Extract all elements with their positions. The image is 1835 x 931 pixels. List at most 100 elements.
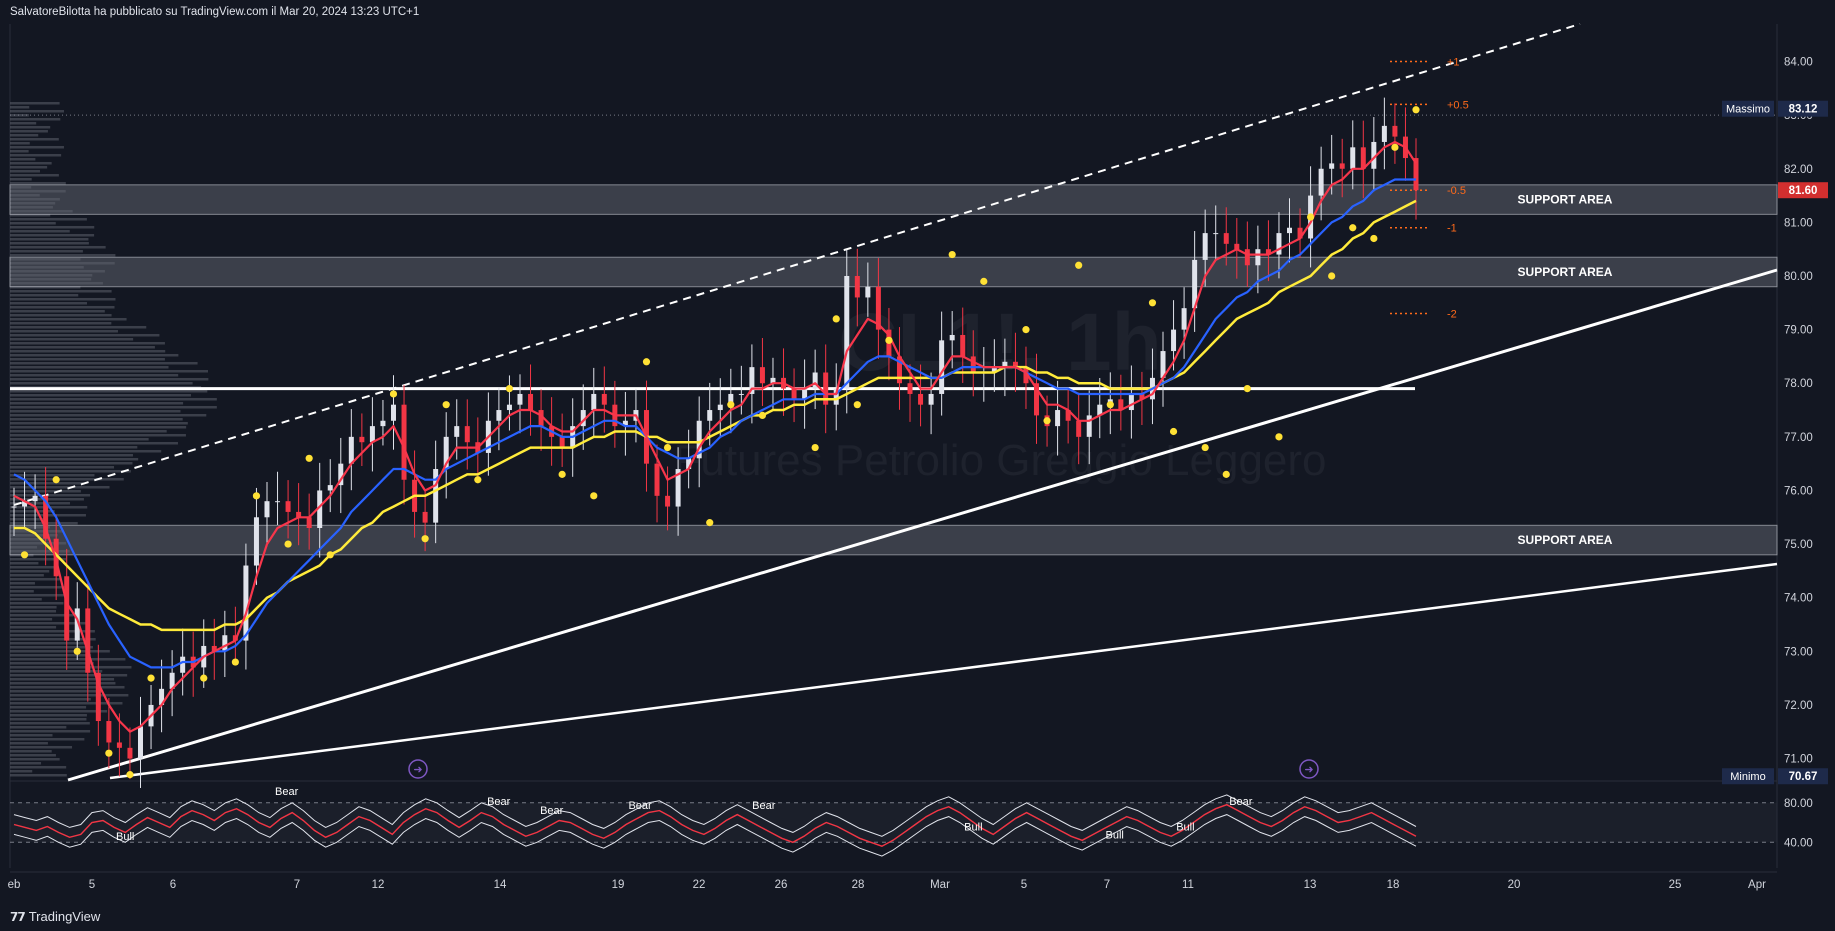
pivot-marker [642,358,651,366]
volume-profile-bar [10,418,183,421]
price-tick-label: 72.00 [1784,700,1813,712]
time-tick-label: 5 [89,879,95,891]
volume-profile-bar [10,718,87,721]
volume-profile-bar [10,106,30,109]
volume-profile-bar [10,218,87,221]
watermark-name: Futures Petrolio Greggio Leggero [673,436,1326,485]
price-tick-label: 75.00 [1784,539,1813,551]
candle-body [390,404,396,421]
candle-body [253,517,259,566]
candle-body [528,393,534,411]
price-tick-label: 78.00 [1784,378,1813,390]
candle-body [106,721,112,743]
pivot-marker [948,250,956,259]
pivot-marker [1370,234,1378,243]
volume-profile-bar [10,658,126,661]
candle-body [928,393,934,405]
volume-profile-bar [10,730,91,733]
volume-profile-bar [10,594,69,597]
support-area-1 [9,184,1778,215]
volume-profile-bar [10,374,179,377]
support-area-2 [9,256,1778,288]
volume-profile-bar [10,698,91,701]
volume-profile-bar [10,338,134,341]
pivot-marker [252,492,261,500]
candle-body [1381,125,1387,142]
candle-body [127,747,133,759]
volume-profile-bar [10,614,74,617]
volume-profile-bar [10,602,64,605]
volume-profile-bar [10,402,184,405]
time-tick-label: 14 [494,879,507,891]
low-badge-value: 70.67 [1789,771,1818,783]
tradingview-brand[interactable]: 𝟳𝟳 TradingView [10,909,100,924]
time-tick-label: Apr [1748,879,1766,891]
volume-profile-bar [10,482,84,485]
volume-profile-bar [10,398,217,401]
pivot-marker [727,401,735,409]
volume-profile-bar [10,610,57,613]
candle-body [591,393,597,411]
pivot-marker [1201,443,1209,452]
volume-profile-bar [10,242,89,245]
pivot-marker [126,771,134,779]
pivot-marker [758,411,767,420]
candle-body [601,393,607,405]
time-tick-label: 12 [372,879,385,891]
pivot-marker [389,390,398,398]
volume-profile-bar [10,138,59,141]
support-area-label: SUPPORT AREA [1518,265,1613,279]
candle-body [464,426,470,443]
candle-body [949,334,955,341]
volume-profile-bar [10,574,44,577]
oscillator-signal-label: Bear [275,786,299,798]
volume-profile-bar [10,294,79,297]
pivot-marker [1169,427,1178,436]
pivot-marker [980,277,988,285]
candle-body [11,506,17,508]
candle-body [970,356,976,373]
last-price-badge: 81.60 [1789,185,1818,197]
fib-level-label: +1 [1447,57,1460,69]
arrow-right-icon: ➜ [1304,764,1313,776]
pivot-marker [1043,417,1051,425]
candle-body [85,608,91,673]
pivot-marker [1391,143,1399,151]
candle-body [707,410,713,421]
candle-body [738,393,744,395]
arrow-right-icon: ➜ [413,764,422,776]
volume-profile-bar [10,662,94,665]
time-tick-label: 18 [1387,879,1400,891]
main-pane [10,24,1777,780]
candle-body [454,426,460,437]
pivot-marker [663,443,672,452]
pivot-marker [231,658,239,666]
volume-profile-bar [10,442,178,445]
pivot-marker [305,454,313,462]
volume-profile-bar [10,290,112,293]
volume-profile-bar [10,370,209,373]
pivot-marker [811,443,819,452]
oscillator-signal-label: Bull [116,831,134,843]
volume-profile-bar [10,390,208,393]
volume-profile-bar [10,470,131,473]
volume-profile-bar [10,746,73,749]
candle-body [1181,308,1187,330]
volume-profile-bar [10,770,33,773]
volume-profile-bar [10,618,53,621]
candle-body [1329,163,1335,169]
price-chart[interactable]: CL1!, 1hFutures Petrolio Greggio Leggero… [0,0,1835,905]
volume-profile-bar [10,646,93,649]
volume-profile-bar [10,234,95,237]
candle-body [506,404,512,411]
candle-body [1318,168,1324,196]
volume-profile-bar [10,578,61,581]
candle-body [327,485,333,491]
footer-bar: 𝟳𝟳 TradingView [0,905,1835,931]
volume-profile-bar [10,466,115,469]
price-tick-label: 82.00 [1784,164,1813,176]
time-tick-label: 28 [852,879,865,891]
volume-profile-bar [10,394,191,397]
pivot-marker [1328,272,1336,280]
volume-profile-bar [10,734,53,737]
